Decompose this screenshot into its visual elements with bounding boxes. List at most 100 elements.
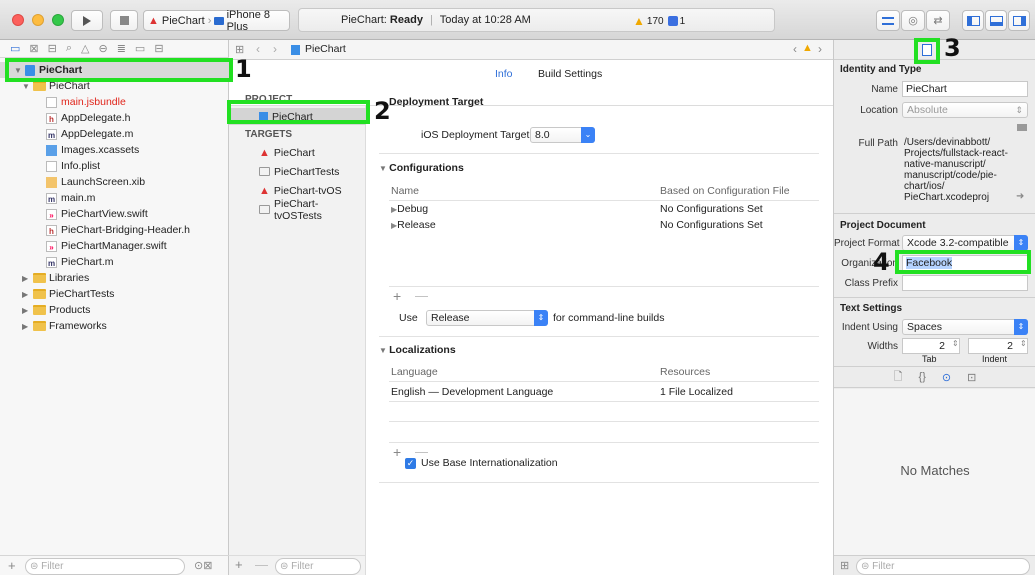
base-internationalization-checkbox[interactable]: ✓ <box>405 458 416 469</box>
navigator-item[interactable]: Info.plist <box>0 158 229 174</box>
navigator-item-label: PieChartTests <box>49 288 115 300</box>
target-item-label: PieChart <box>273 146 315 159</box>
name-field[interactable]: PieChart <box>902 81 1028 97</box>
ios-deployment-target-select[interactable]: 8.0 ⌄ <box>530 127 595 143</box>
zoom-window-button[interactable] <box>52 14 64 26</box>
navigator-item-label: Products <box>49 304 91 316</box>
navigator-item[interactable]: ▶ Libraries <box>0 270 229 286</box>
navigator-item[interactable]: h PieChart-Bridging-Header.h <box>0 222 229 238</box>
stop-button[interactable] <box>110 10 138 31</box>
symbol-nav-icon[interactable]: ⊠ <box>29 42 38 55</box>
localizations-title[interactable]: ▼ Localizations <box>379 344 456 356</box>
navigator-item[interactable]: LaunchScreen.xib <box>0 174 229 190</box>
localization-language[interactable]: English — Development Language <box>391 386 553 398</box>
media-library-icon[interactable]: ⊡ <box>967 371 976 384</box>
navigator-item[interactable]: m PieChart.m <box>0 254 229 270</box>
target-item[interactable]: ▲ PieChart-tvOS <box>229 182 366 199</box>
remove-target-icon[interactable]: — <box>255 557 268 572</box>
debug-nav-icon[interactable]: ≣ <box>117 42 126 55</box>
add-configuration-icon[interactable]: + <box>393 288 401 304</box>
indent-width-field[interactable]: 2 <box>968 338 1028 354</box>
add-icon[interactable]: + <box>8 558 16 573</box>
loc-col-resources: Resources <box>660 366 711 378</box>
recent-filter-icon[interactable]: ⊙⊠ <box>194 559 212 572</box>
jump-bar: ⊞ ‹ › PieChart ‹ ▲ › <box>229 40 833 60</box>
navigator-item[interactable]: ▶ Frameworks <box>0 318 229 334</box>
report-nav-icon[interactable]: ⊟ <box>154 42 163 55</box>
assistant-editor-button[interactable]: ◎ <box>901 10 925 31</box>
issues-indicator[interactable]: ▲ 170 1 <box>633 14 685 28</box>
ios-deployment-target-label: iOS Deployment Target <box>421 129 530 141</box>
configuration-name[interactable]: ▶Release <box>391 219 436 231</box>
warning-count: 170 <box>646 15 664 27</box>
minimize-window-button[interactable] <box>32 14 44 26</box>
next-issue-icon[interactable]: › <box>818 42 822 56</box>
navigator-item-label: Frameworks <box>49 320 107 332</box>
issue-nav-icon[interactable]: △ <box>81 42 89 55</box>
folder-icon[interactable] <box>1017 124 1027 131</box>
config-col-based: Based on Configuration File <box>660 185 790 197</box>
targets-filter-input[interactable]: ⊜ Filter <box>275 558 361 575</box>
status-state: Ready <box>389 14 423 26</box>
toggle-inspector-button[interactable] <box>1008 10 1030 31</box>
library-filter-input[interactable]: ⊜ Filter <box>856 558 1030 575</box>
filter-placeholder: Filter <box>291 561 314 572</box>
back-icon[interactable]: ‹ <box>256 42 260 56</box>
command-line-config-select[interactable]: Release ⇕ <box>426 310 548 326</box>
project-info-settings: Deployment Target iOS Deployment Target … <box>367 96 833 575</box>
grid-view-icon[interactable]: ⊞ <box>840 559 849 572</box>
targets-filter-bar: + — ⊜ Filter <box>229 555 366 575</box>
navigator-item[interactable]: h AppDelegate.h <box>0 110 229 126</box>
prev-issue-icon[interactable]: ‹ <box>793 42 797 56</box>
standard-editor-button[interactable] <box>876 10 900 31</box>
indent-using-select[interactable]: Spaces ⇕ <box>902 319 1028 335</box>
navigator-filter-input[interactable]: ⊜ Filter <box>25 558 185 575</box>
project-format-select[interactable]: Xcode 3.2-compatible ⇕ <box>902 235 1028 251</box>
navigator-item[interactable]: m main.m <box>0 190 229 206</box>
navigator-item-label: PieChart-Bridging-Header.h <box>61 224 190 236</box>
configurations-title[interactable]: ▼ Configurations <box>379 162 464 174</box>
navigator-item[interactable]: » PieChartView.swift <box>0 206 229 222</box>
configuration-name[interactable]: ▶Debug <box>391 203 428 215</box>
tab-build-settings[interactable]: Build Settings <box>538 68 602 80</box>
add-localization-icon[interactable]: + <box>393 444 401 460</box>
chevron-updown-icon: ⇕ <box>1014 319 1028 335</box>
tab-info[interactable]: Info <box>495 68 513 80</box>
scheme-target-label: PieChart <box>161 14 205 27</box>
disclosure-closed-icon: ▶ <box>22 289 29 299</box>
folder-nav-icon[interactable]: ▭ <box>10 42 20 55</box>
close-window-button[interactable] <box>12 14 24 26</box>
target-item[interactable]: PieChart-tvOSTests <box>229 198 366 222</box>
toggle-debug-button[interactable] <box>985 10 1007 31</box>
code-snippet-icon[interactable]: {} <box>919 371 926 383</box>
forward-icon[interactable]: › <box>273 42 277 56</box>
toggle-navigator-button[interactable] <box>962 10 984 31</box>
class-prefix-field[interactable] <box>902 275 1028 291</box>
warning-icon[interactable]: ▲ <box>802 42 813 54</box>
tab-stepper[interactable]: ⇕ <box>952 339 959 348</box>
target-item[interactable]: ▲ PieChart <box>229 144 366 161</box>
add-target-icon[interactable]: + <box>235 557 243 572</box>
indent-stepper[interactable]: ⇕ <box>1020 339 1027 348</box>
navigator-item[interactable]: m AppDelegate.m <box>0 126 229 142</box>
hierarchy-nav-icon[interactable]: ⊟ <box>48 42 57 55</box>
run-button[interactable] <box>71 10 103 31</box>
navigator-item[interactable]: main.jsbundle <box>0 94 229 110</box>
reveal-arrow-icon[interactable]: ➜ <box>1016 191 1024 202</box>
navigator-item[interactable]: ▶ PieChartTests <box>0 286 229 302</box>
file-template-icon[interactable]: 🗋 <box>894 368 903 387</box>
scheme-selector[interactable]: ▲ PieChart › iPhone 8 Plus <box>143 9 290 33</box>
indent-using-label: Indent Using <box>841 322 898 333</box>
breadcrumb[interactable]: PieChart <box>305 43 346 55</box>
object-library-icon[interactable]: ⊙ <box>942 371 951 384</box>
remove-configuration-icon[interactable]: — <box>415 288 428 303</box>
search-icon[interactable]: ⌕ <box>66 42 72 55</box>
navigator-item[interactable]: Images.xcassets <box>0 142 229 158</box>
test-nav-icon[interactable]: ⊖ <box>98 42 107 55</box>
navigator-item[interactable]: ▶ Products <box>0 302 229 318</box>
navigator-item[interactable]: » PieChartManager.swift <box>0 238 229 254</box>
version-editor-button[interactable]: ⇄ <box>926 10 950 31</box>
location-select[interactable]: Absolute ⇕ <box>902 102 1028 118</box>
target-item[interactable]: PieChartTests <box>229 163 366 180</box>
breakpoint-nav-icon[interactable]: ▭ <box>135 42 145 55</box>
